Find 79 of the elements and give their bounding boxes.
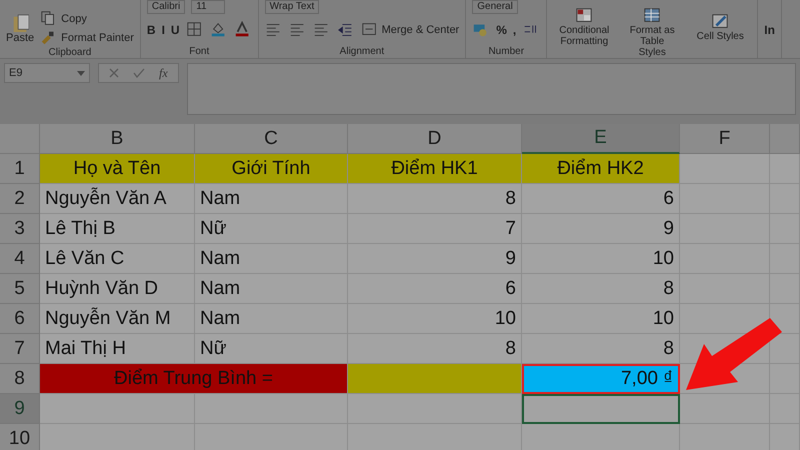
ribbon-button[interactable]: Merge & Center — [360, 21, 460, 39]
paste-button[interactable]: Paste — [6, 14, 34, 44]
group-label: Clipboard — [48, 47, 92, 58]
dropdown-field[interactable]: Calibri — [146, 0, 186, 14]
paintbrush-icon — [711, 12, 730, 30]
borders-icon[interactable] — [186, 21, 204, 39]
table-cell: Huỳnh Văn D — [40, 274, 195, 304]
ribbon-button[interactable]: Cell Styles — [689, 12, 752, 42]
row-header[interactable]: 4 — [0, 244, 40, 274]
row-header[interactable]: 1 — [0, 154, 40, 184]
ribbon-button[interactable]: % — [496, 23, 507, 37]
checkmark-icon[interactable] — [133, 68, 145, 78]
formula-input[interactable] — [186, 63, 796, 115]
ribbon-button[interactable]: Copy — [40, 10, 134, 28]
table-cell: Nữ — [195, 334, 348, 364]
table-cell: 6 — [522, 184, 680, 214]
ribbon-button[interactable]: Conditional Formatting — [553, 7, 616, 47]
table-cell: Nguyễn Văn M — [40, 304, 195, 334]
ribbon-button[interactable]: B — [146, 23, 156, 37]
row-header[interactable]: 8 — [0, 364, 40, 394]
table-cell: Họ và Tên — [40, 154, 195, 184]
table-cell: Nguyễn Văn A — [40, 184, 195, 214]
ribbon-button[interactable]: U — [170, 23, 180, 37]
table-cell: Nam — [195, 184, 348, 214]
table-cell: Điểm Trung Bình = — [40, 364, 348, 394]
table-cell: Giới Tính — [195, 154, 348, 184]
table-cell: 6 — [348, 274, 522, 304]
caret-icon — [77, 70, 85, 76]
ribbon-button[interactable]: I — [162, 23, 165, 37]
column-header[interactable]: D — [348, 124, 522, 154]
table-icon — [643, 7, 662, 25]
table-cell: 9 — [522, 214, 680, 244]
table-cell: Nam — [195, 244, 348, 274]
row-header[interactable]: 10 — [0, 424, 40, 450]
column-header[interactable]: B — [40, 124, 195, 154]
ribbon-button[interactable]: , — [512, 23, 516, 37]
row-header[interactable]: 5 — [0, 274, 40, 304]
function-button[interactable]: fx — [159, 66, 168, 80]
table-cell: 10 — [522, 244, 680, 274]
table-cell: Nam — [195, 274, 348, 304]
close-icon[interactable] — [109, 68, 119, 78]
table-cell: Mai Thị H — [40, 334, 195, 364]
column-header[interactable]: E — [522, 124, 680, 154]
table-cell: Lê Thị B — [40, 214, 195, 244]
table-cell: 7,00 ₫ — [522, 364, 680, 394]
row-header[interactable]: 9 — [0, 394, 40, 424]
name-box[interactable]: E9 — [4, 63, 90, 83]
ribbon-button[interactable]: Format as Table — [621, 7, 684, 47]
table-icon — [575, 7, 594, 25]
table-cell: 10 — [522, 304, 680, 334]
dropdown-field[interactable]: Wrap Text — [264, 0, 320, 14]
selected-cell[interactable] — [522, 394, 680, 424]
table-cell: Nữ — [195, 214, 348, 244]
ribbon-button[interactable]: In — [764, 23, 775, 37]
clipboard-icon — [11, 14, 30, 32]
table-cell: 8 — [522, 334, 680, 364]
table-cell: 9 — [348, 244, 522, 274]
column-header[interactable]: C — [195, 124, 348, 154]
group-label: Alignment — [340, 46, 384, 57]
row-header[interactable]: 7 — [0, 334, 40, 364]
row-header[interactable]: 2 — [0, 184, 40, 214]
dropdown-field[interactable]: General — [472, 0, 518, 14]
group-label: Styles — [638, 47, 666, 58]
table-cell: 10 — [348, 304, 522, 334]
row-header[interactable]: 6 — [0, 304, 40, 334]
row-header[interactable]: 3 — [0, 214, 40, 244]
table-cell: Điểm HK1 — [348, 154, 522, 184]
table-cell: Điểm HK2 — [522, 154, 680, 184]
column-header[interactable]: F — [680, 124, 770, 154]
table-cell: Lê Văn C — [40, 244, 195, 274]
table-cell: 8 — [348, 184, 522, 214]
ribbon-button[interactable]: Format Painter — [40, 29, 134, 47]
table-cell: 8 — [522, 274, 680, 304]
group-label: Number — [488, 46, 524, 57]
group-label: Font — [189, 46, 210, 57]
table-cell: 8 — [348, 334, 522, 364]
dropdown-field[interactable]: 11 — [191, 0, 226, 14]
table-cell: Nam — [195, 304, 348, 334]
table-cell: 7 — [348, 214, 522, 244]
